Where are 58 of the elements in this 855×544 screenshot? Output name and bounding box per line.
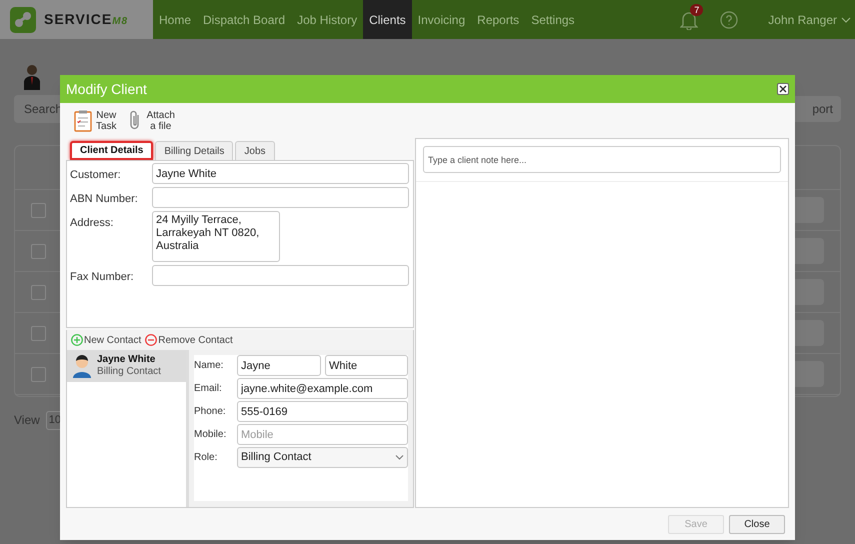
logo-icon <box>10 6 36 32</box>
minus-circle-icon <box>145 334 158 346</box>
nav-link[interactable]: Settings <box>525 0 581 39</box>
person-icon <box>24 64 40 90</box>
field-label: Name: <box>194 359 224 373</box>
user-menu[interactable]: John Ranger <box>768 0 841 39</box>
text-field[interactable]: Mobile <box>237 424 408 445</box>
tab[interactable]: Client Details <box>70 141 154 160</box>
field-label: Customer: <box>70 168 122 183</box>
dialog-title: Modify Client <box>66 80 147 99</box>
nav-link[interactable]: Reports <box>471 0 526 39</box>
close-icon[interactable] <box>777 83 789 95</box>
help-icon[interactable] <box>720 10 738 28</box>
field-label: Email: <box>194 382 223 396</box>
field-label: Role: <box>194 451 218 465</box>
nav-link[interactable]: Home <box>153 0 198 39</box>
dialog-button[interactable]: Close <box>729 514 785 534</box>
nav-link[interactable]: Clients <box>363 0 412 39</box>
text-field[interactable]: White <box>325 355 408 376</box>
contact-role: Billing Contact <box>97 366 161 378</box>
contact-action[interactable]: Remove Contact <box>145 332 233 348</box>
nav-link[interactable]: Dispatch Board <box>197 0 292 39</box>
note-field[interactable]: Type a client note here... <box>423 146 781 173</box>
field-label: ABN Number: <box>70 192 139 207</box>
chevron-down-icon <box>395 455 404 460</box>
field-label: Address: <box>70 216 114 231</box>
toolbar-button[interactable]: Attach a file <box>126 110 175 132</box>
toolbar-button[interactable]: New Task <box>74 110 117 132</box>
text-field[interactable] <box>152 265 409 286</box>
nav-link[interactable]: Job History <box>291 0 364 39</box>
tab[interactable]: Billing Details <box>155 141 234 160</box>
contact-action[interactable]: New Contact <box>71 332 142 348</box>
text-field[interactable]: 555-0169 <box>237 401 408 422</box>
field-label: Mobile: <box>194 428 228 442</box>
text-field[interactable]: Jayne White <box>152 163 409 184</box>
contact-name: Jayne White <box>97 354 156 366</box>
plus-circle-icon <box>71 334 83 346</box>
text-field[interactable]: jayne.white@example.com <box>237 378 408 399</box>
row-checkbox[interactable] <box>31 244 46 258</box>
field-label: Phone: <box>194 405 227 419</box>
person-avatar-icon <box>73 354 91 378</box>
row-checkbox[interactable] <box>31 326 46 340</box>
chevron-down-icon[interactable] <box>841 16 851 22</box>
notification-badge: 7 <box>690 4 704 16</box>
clipboard-icon <box>74 110 92 132</box>
field-label: Fax Number: <box>70 270 135 285</box>
text-field[interactable] <box>152 187 409 208</box>
row-checkbox[interactable] <box>31 284 46 300</box>
view-label: View <box>14 412 40 430</box>
text-field[interactable]: Jayne <box>237 355 321 376</box>
row-checkbox[interactable] <box>31 366 46 382</box>
nav-link[interactable]: Invoicing <box>412 0 472 39</box>
address-field[interactable]: 24 Myilly Terrace, Larrakeyah NT 0820, Australia <box>152 211 280 262</box>
row-checkbox[interactable] <box>31 202 46 218</box>
contact-item[interactable]: Jayne White Billing Contact <box>67 350 186 382</box>
role-select[interactable]: Billing Contact <box>237 447 408 468</box>
tab[interactable]: Jobs <box>235 141 275 160</box>
brand-name: SERVICEM8 <box>44 10 128 29</box>
